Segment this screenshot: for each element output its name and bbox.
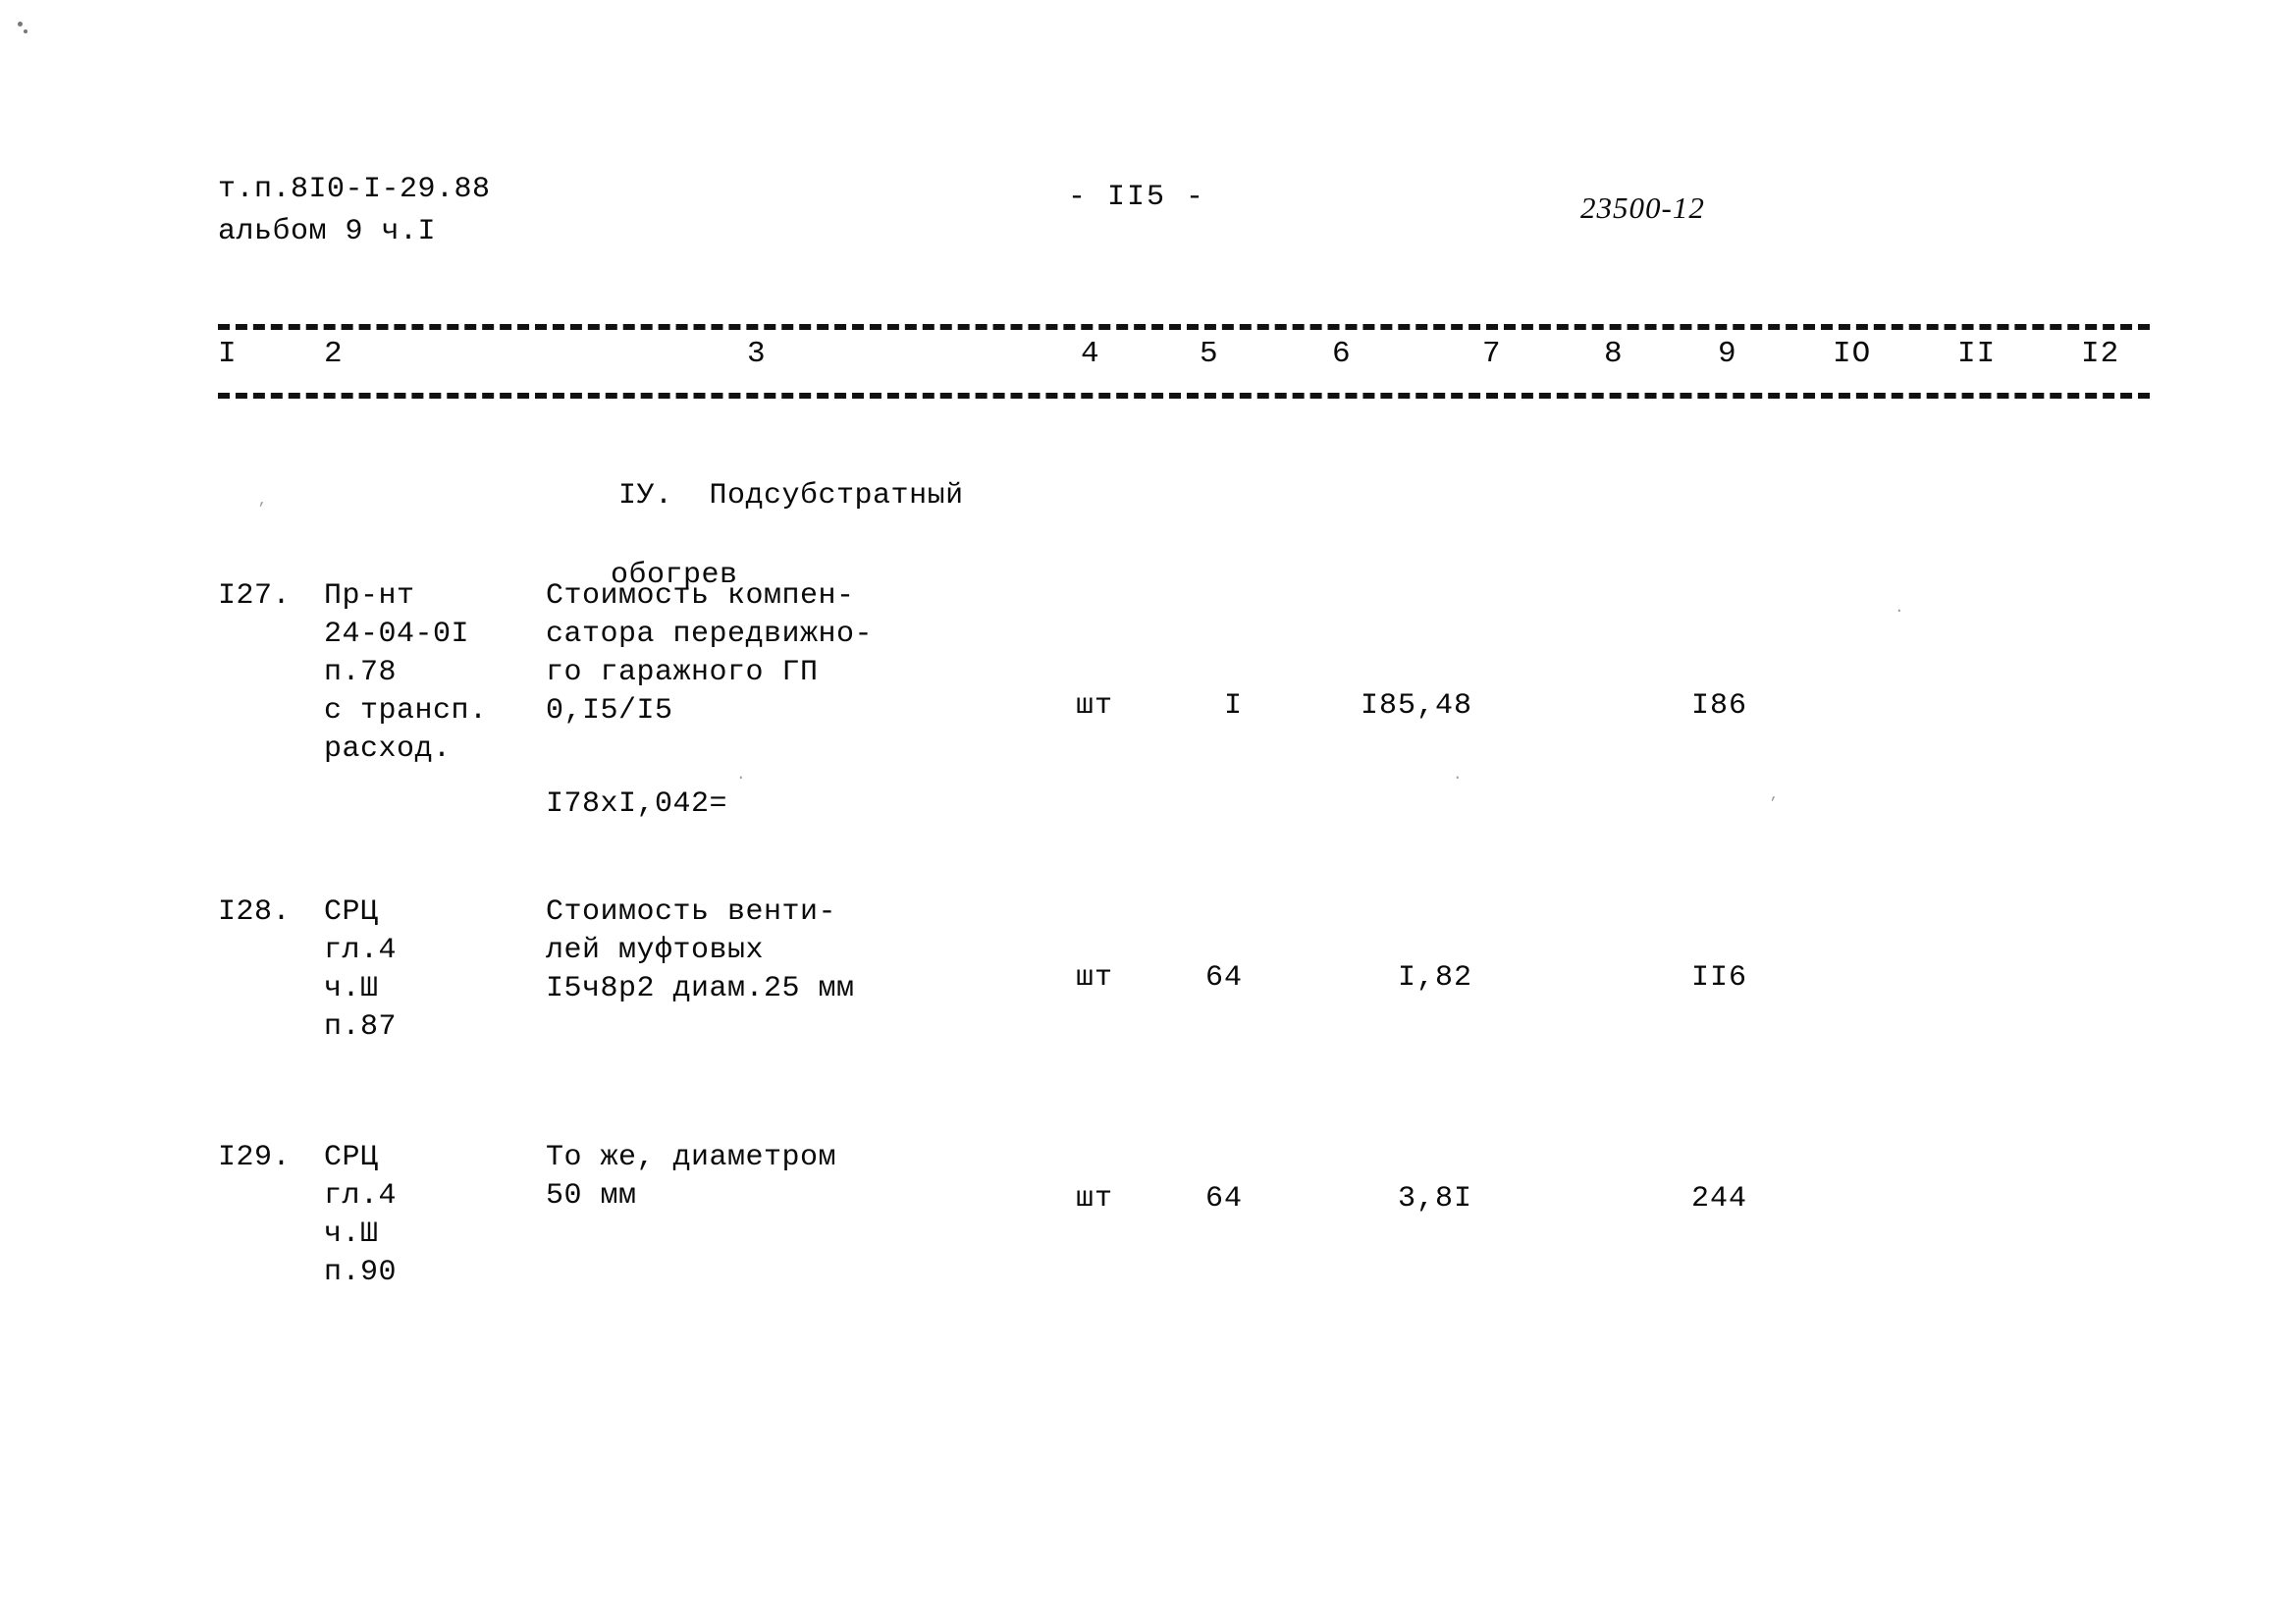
column-number-3: 3 [747,337,767,371]
table-row-justification: Пр-нт 24-04-0I п.78 с трансп. расход. [324,579,488,766]
column-number-4: 4 [1081,337,1100,371]
column-number-10: IO [1833,337,1872,371]
doc-ref-line-2: альбом 9 ч.I [218,214,437,248]
table-row-total: 244 [1690,1182,1747,1216]
column-number-11: II [1957,337,1997,371]
table-column-header-row: I 2 3 4 5 6 7 8 9 IO II I2 [218,337,2150,386]
table-row-number: I28. [218,895,292,929]
table-row-total: I86 [1690,689,1747,723]
table-row-justification: СРЦ гл.4 ч.Ш п.90 [324,1141,398,1289]
document-page: ‚ . . . ‚ т.п.8I0-I-29.88 альбом 9 ч.I - … [0,0,2296,1624]
column-number-1: I [218,337,238,371]
table-row-description: Стоимость компен- сатора передвижно- го … [546,579,874,728]
table-row-unit: шт [1076,1182,1114,1216]
table-row-quantity: I [1223,689,1243,723]
table-row-unit-price: I85,48 [1360,689,1472,723]
calculation-note: I78xI,042= [546,787,728,821]
table-row-unit-price: I,82 [1397,961,1472,995]
column-number-2: 2 [324,337,344,371]
table-row-total: II6 [1690,961,1747,995]
table-row-description: Стоимость венти- лей муфтовых I5ч8р2 диа… [546,895,855,1005]
table-rule-top [218,324,2150,330]
scan-smudge: ‚ [1769,785,1779,803]
table-row-description: То же, диаметром 50 мм [546,1141,837,1213]
column-number-9: 9 [1718,337,1737,371]
table-row-number: I29. [218,1141,292,1174]
scan-speck [24,29,27,33]
page-number: - II5 - [1068,181,1206,214]
table-row-unit: шт [1076,961,1114,995]
scan-smudge: . [1895,599,1904,617]
scan-smudge: ‚ [257,491,267,509]
scan-speck [18,22,23,27]
column-number-12: I2 [2081,337,2120,371]
column-number-8: 8 [1604,337,1624,371]
table-row-unit-price: 3,8I [1397,1182,1472,1216]
table-row-quantity: 64 [1204,961,1243,995]
column-number-7: 7 [1482,337,1502,371]
document-reference: т.п.8I0-I-29.88 альбом 9 ч.I [218,169,491,252]
table-row-unit: шт [1076,689,1114,723]
table-row-justification: СРЦ гл.4 ч.Ш п.87 [324,895,398,1044]
table-rule-bottom [218,393,2150,399]
column-number-5: 5 [1200,337,1219,371]
scan-smudge: . [736,766,746,784]
doc-ref-line-1: т.п.8I0-I-29.88 [218,173,491,206]
section-heading-line-1: IУ. Подсубстратный [618,478,964,513]
document-code: 23500-12 [1580,190,1705,225]
column-number-6: 6 [1332,337,1352,371]
table-row-number: I27. [218,579,292,613]
table-row-quantity: 64 [1204,1182,1243,1216]
scan-smudge: . [1453,766,1463,784]
